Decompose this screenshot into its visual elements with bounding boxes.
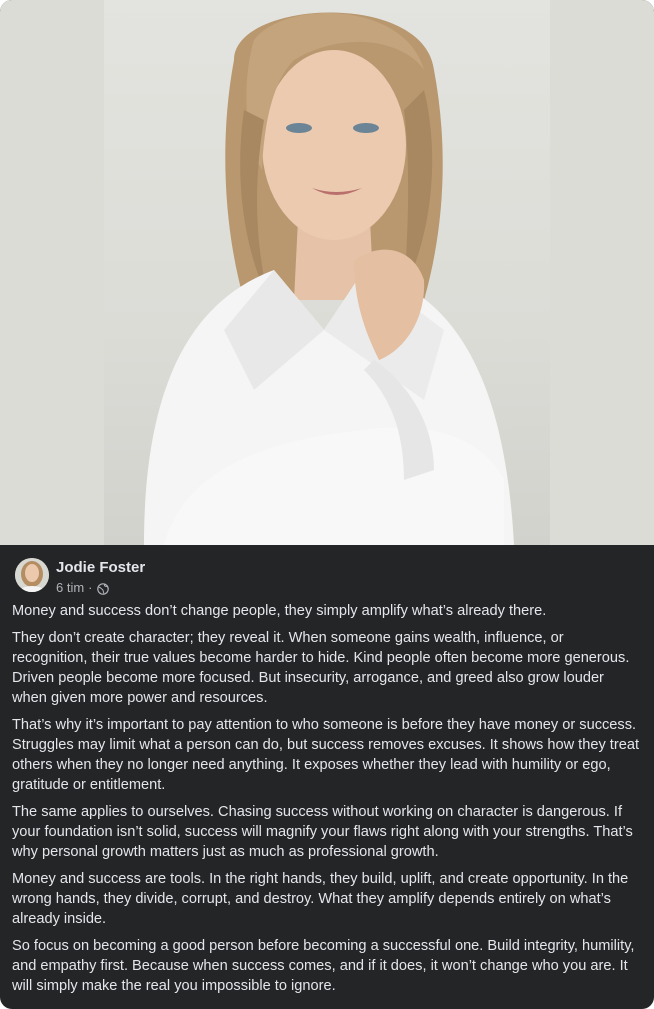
globe-icon[interactable] — [96, 582, 109, 595]
post-paragraph: Money and success are tools. In the righ… — [12, 871, 629, 927]
post-paragraph: The same applies to ourselves. Chasing s… — [12, 804, 633, 860]
post-meta: 6 tim · — [56, 580, 109, 596]
post-timestamp[interactable]: 6 tim — [56, 580, 84, 596]
author-name[interactable]: Jodie Foster — [56, 559, 145, 577]
meta-separator: · — [88, 580, 93, 595]
post-text: Money and success don’t change people, t… — [12, 601, 642, 1003]
post-photo[interactable] — [0, 0, 654, 545]
post-paragraph: That’s why it’s important to pay attenti… — [12, 717, 640, 793]
post-header: Jodie Foster 6 tim · — [0, 545, 654, 600]
post-paragraph: Money and success don’t change people, t… — [12, 603, 547, 619]
avatar[interactable] — [15, 558, 49, 592]
post-paragraph: So focus on becoming a good person befor… — [12, 938, 635, 994]
portrait-image[interactable] — [104, 0, 550, 545]
post-card: Jodie Foster 6 tim · Money and success d… — [0, 0, 654, 1009]
post-paragraph: They don’t create character; they reveal… — [12, 630, 630, 706]
